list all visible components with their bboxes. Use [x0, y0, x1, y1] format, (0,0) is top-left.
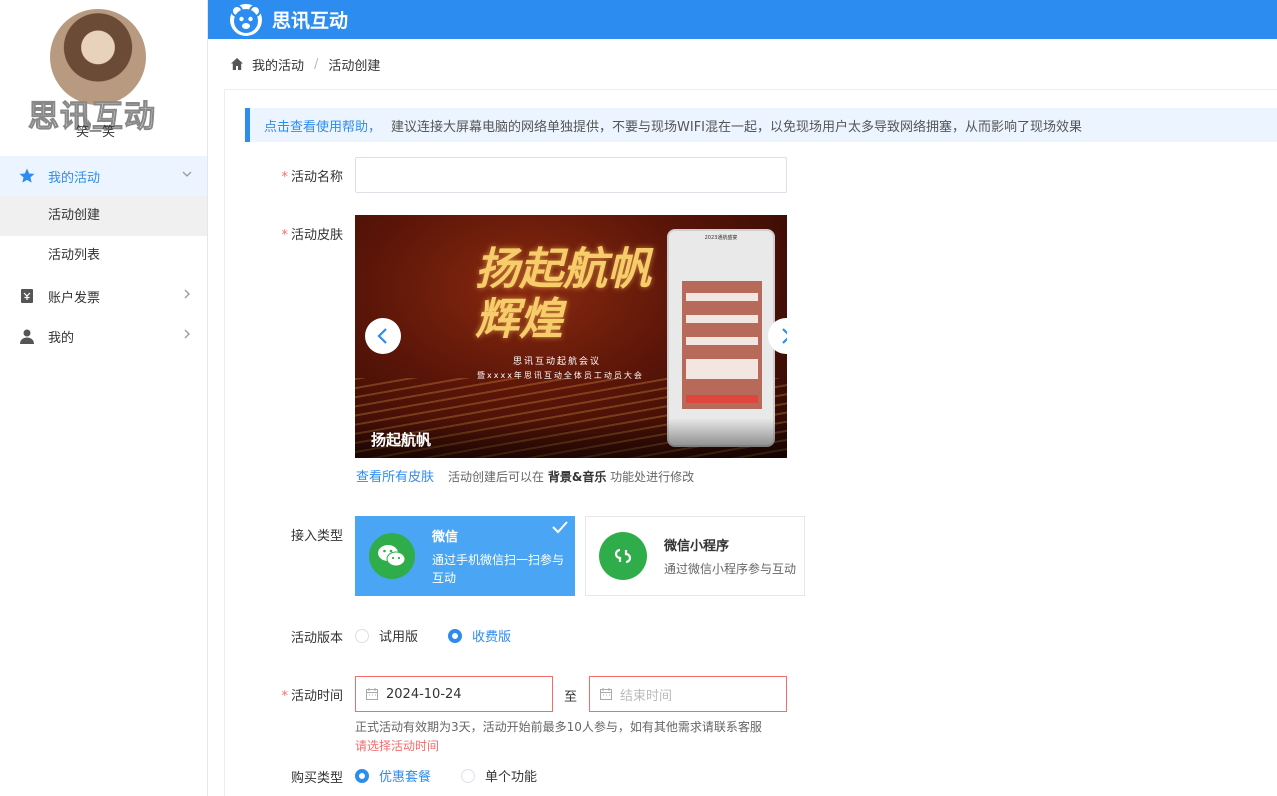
- card-description: 通过微信小程序参与互动: [664, 561, 797, 576]
- notice-text: 建议连接大屏幕电脑的网络单独提供，不要与现场WIFI混在一起，以免现场用户太多导…: [391, 119, 1083, 135]
- radio-label: 单个功能: [485, 770, 538, 785]
- start-date-input[interactable]: 2024-10-24: [355, 676, 553, 712]
- end-date-placeholder: 结束时间: [620, 688, 673, 704]
- home-icon: [231, 58, 243, 70]
- sidebar-item-activity-list[interactable]: 活动列表: [0, 236, 207, 276]
- chevron-right-icon: [782, 328, 787, 344]
- version-trial-radio[interactable]: 试用版: [355, 626, 418, 645]
- phone-mockup: 2023通航盛宴: [667, 229, 775, 447]
- slide-caption: 扬起航帆: [355, 418, 787, 458]
- chevron-down-icon: [167, 168, 207, 184]
- sidebar-item-label: 账户发票: [48, 290, 101, 306]
- time-error-message: 请选择活动时间: [355, 739, 440, 753]
- breadcrumb-root[interactable]: 我的活动: [252, 55, 304, 74]
- activity-version-label: 活动版本: [290, 631, 343, 646]
- phone-title: 2023通航盛宴: [704, 235, 738, 241]
- required-mark: *: [281, 228, 288, 243]
- carousel-prev-button[interactable]: [365, 318, 401, 354]
- access-type-label: 接入类型: [290, 529, 343, 544]
- breadcrumb-separator: /: [314, 56, 319, 72]
- notice-bar: 点击查看使用帮助， 建议连接大屏幕电脑的网络单独提供，不要与现场WIFI混在一起…: [245, 108, 1277, 142]
- radio-indicator: [448, 628, 463, 643]
- sidebar-item-label: 我的活动: [48, 170, 101, 186]
- sidebar-item-account-invoice[interactable]: 账户发票: [0, 276, 207, 316]
- access-type-miniprogram-card[interactable]: 微信小程序 通过微信小程序参与互动: [585, 516, 805, 596]
- start-date-value: 2024-10-24: [386, 686, 462, 702]
- purchase-package-radio[interactable]: 优惠套餐: [355, 766, 431, 785]
- chevron-left-icon: [377, 328, 387, 344]
- calendar-icon: [366, 688, 378, 700]
- slide-line-2: 暨xxxx年思讯互动全体员工动员大会: [477, 371, 644, 380]
- version-paid-radio[interactable]: 收费版: [448, 626, 511, 645]
- card-description: 通过手机微信扫一扫参与互动: [432, 552, 565, 585]
- calendar-icon: [600, 688, 612, 700]
- sidebar: 思讯互动 笑一笑 我的活动 活动创建 活动列表 账户发票 我的: [0, 0, 208, 796]
- access-type-wechat-card[interactable]: 微信 通过手机微信扫一扫参与互动: [355, 516, 575, 596]
- time-tip: 正式活动有效期为3天，活动开始前最多10人参与，如有其他需求请联系客服: [355, 720, 762, 734]
- radio-label: 试用版: [379, 630, 419, 645]
- sidebar-item-my-activities[interactable]: 我的活动: [0, 156, 207, 196]
- view-all-skins-link[interactable]: 查看所有皮肤: [356, 466, 434, 485]
- skin-tip-bold: 背景&音乐: [547, 470, 607, 484]
- sidebar-nav: 我的活动 活动创建 活动列表 账户发票 我的: [0, 156, 207, 356]
- invoice-icon: [18, 287, 36, 305]
- breadcrumb-current: 活动创建: [328, 58, 381, 74]
- card-title: 微信小程序: [664, 538, 730, 554]
- radio-label: 优惠套餐: [379, 770, 432, 785]
- activity-time-label: * 活动时间: [281, 689, 343, 704]
- bear-logo-icon: [230, 3, 262, 36]
- required-mark: *: [281, 170, 288, 185]
- phone-form-preview: [682, 281, 762, 409]
- radio-indicator: [355, 768, 369, 783]
- activity-skin-label: * 活动皮肤: [281, 228, 343, 243]
- top-bar: 思讯互动: [208, 0, 1277, 39]
- purchase-single-radio[interactable]: 单个功能: [461, 766, 537, 785]
- username: 笑一笑: [76, 125, 116, 140]
- sidebar-item-mine[interactable]: 我的: [0, 316, 207, 356]
- sidebar-item-label: 我的: [48, 330, 75, 346]
- slide-line-1: 思讯互动起航会议: [513, 357, 602, 367]
- date-range-separator: 至: [564, 690, 578, 705]
- radio-indicator: [355, 628, 369, 643]
- radio-indicator: [461, 768, 476, 783]
- required-mark: *: [281, 689, 288, 704]
- end-date-input[interactable]: 结束时间: [589, 676, 787, 712]
- breadcrumb: 我的活动 / 活动创建: [230, 54, 380, 74]
- wechat-icon: [369, 533, 415, 579]
- purchase-radio-group: 优惠套餐 单个功能: [355, 766, 567, 785]
- radio-label: 收费版: [472, 630, 512, 645]
- user-icon: [18, 327, 36, 345]
- skin-tip: 活动创建后可以在 背景&音乐 功能处进行修改: [448, 470, 695, 484]
- version-radio-group: 试用版 收费版: [355, 626, 541, 645]
- activity-name-label: * 活动名称: [281, 170, 343, 185]
- app-title: 思讯互动: [272, 10, 349, 32]
- skin-carousel[interactable]: 扬起航帆 再创辉煌 思讯互动起航会议 暨xxxx年思讯互动全体员工动员大会 20…: [355, 215, 787, 458]
- activity-name-input[interactable]: [355, 157, 787, 193]
- star-icon: [18, 167, 36, 185]
- miniprogram-icon: [599, 532, 647, 580]
- skin-help: 查看所有皮肤 活动创建后可以在 背景&音乐 功能处进行修改: [356, 466, 694, 485]
- avatar[interactable]: [50, 9, 146, 105]
- chevron-right-icon: [167, 288, 207, 304]
- purchase-type-label: 购买类型: [290, 771, 343, 786]
- check-icon: [552, 521, 568, 534]
- sidebar-item-activity-create[interactable]: 活动创建: [0, 196, 207, 236]
- chevron-right-icon: [167, 328, 207, 344]
- help-link[interactable]: 点击查看使用帮助，: [264, 116, 381, 135]
